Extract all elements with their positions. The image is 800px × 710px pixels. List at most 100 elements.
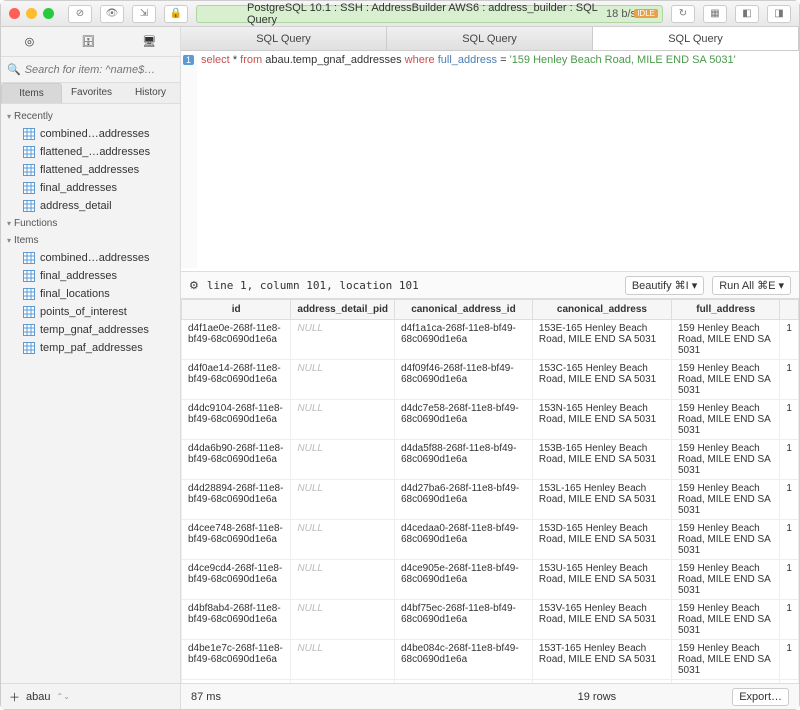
cell[interactable]: 159 Henley Beach Road, MILE END SA 5031 (671, 400, 779, 440)
table-row[interactable]: d4f0ae14-268f-11e8-bf49-68c0690d1e6aNULL… (182, 360, 799, 400)
tree-item[interactable]: address_detail (1, 197, 180, 215)
cell[interactable]: NULL (291, 520, 395, 560)
gear-icon[interactable]: ⚙ (189, 279, 199, 292)
cell[interactable]: 153T-165 Henley Beach Road, MILE END SA … (532, 640, 671, 680)
sidebar-search[interactable]: 🔍 (1, 57, 180, 83)
table-row[interactable]: d4d28894-268f-11e8-bf49-68c0690d1e6aNULL… (182, 480, 799, 520)
cell[interactable]: d4f1ae0e-268f-11e8-bf49-68c0690d1e6a (182, 320, 291, 360)
cell[interactable]: 1 (780, 560, 799, 600)
cell[interactable]: 153V-165 Henley Beach Road, MILE END SA … (532, 600, 671, 640)
schema-label[interactable]: abau (26, 691, 50, 703)
cell[interactable]: d4f09f46-268f-11e8-bf49-68c0690d1e6a (394, 360, 532, 400)
sidebar-tree[interactable]: Recentlycombined…addressesflattened_…add… (1, 104, 180, 683)
grid-button[interactable]: ▦ (703, 5, 727, 23)
cell[interactable]: d4be1e7c-268f-11e8-bf49-68c0690d1e6a (182, 640, 291, 680)
cell[interactable]: d4cedaa0-268f-11e8-bf49-68c0690d1e6a (394, 520, 532, 560)
section-items[interactable]: Items (1, 232, 180, 249)
sidebar-tab-items[interactable]: Items (1, 83, 62, 103)
show-button[interactable]: 👁 (100, 5, 124, 23)
run-button[interactable]: Run All ⌘E▾ (712, 276, 791, 295)
minimize-icon[interactable] (26, 8, 37, 19)
results-table[interactable]: idaddress_detail_pidcanonical_address_id… (181, 299, 799, 683)
query-icon[interactable]: 🖥 (142, 35, 156, 48)
tree-item[interactable]: final_addresses (1, 179, 180, 197)
cell[interactable]: d4da6b90-268f-11e8-bf49-68c0690d1e6a (182, 440, 291, 480)
col-header[interactable]: canonical_address_id (394, 300, 532, 320)
sql-code[interactable]: select * from abau.temp_gnaf_addresses w… (197, 54, 799, 268)
tree-item[interactable]: flattened_addresses (1, 161, 180, 179)
cell[interactable]: 1 (780, 360, 799, 400)
cell[interactable]: d4ce9cd4-268f-11e8-bf49-68c0690d1e6a (182, 560, 291, 600)
cell[interactable]: 153E-165 Henley Beach Road, MILE END SA … (532, 320, 671, 360)
cell[interactable]: d4d28894-268f-11e8-bf49-68c0690d1e6a (182, 480, 291, 520)
tree-item[interactable]: combined…addresses (1, 125, 180, 143)
search-input[interactable] (25, 64, 174, 76)
cell[interactable]: NULL (291, 320, 395, 360)
cell[interactable]: 159 Henley Beach Road, MILE END SA 5031 (671, 520, 779, 560)
sql-editor[interactable]: 1 select * from abau.temp_gnaf_addresses… (181, 51, 799, 271)
tree-item[interactable]: temp_paf_addresses (1, 339, 180, 357)
cell[interactable]: 1 (780, 440, 799, 480)
structure-icon[interactable]: ◎ (25, 35, 35, 48)
tree-item[interactable]: flattened_…addresses (1, 143, 180, 161)
cell[interactable]: 153U-165 Henley Beach Road, MILE END SA … (532, 560, 671, 600)
table-row[interactable]: d4da6b90-268f-11e8-bf49-68c0690d1e6aNULL… (182, 440, 799, 480)
col-header[interactable]: address_detail_pid (291, 300, 395, 320)
cell[interactable]: 1 (780, 480, 799, 520)
cell[interactable]: d4bf75ec-268f-11e8-bf49-68c0690d1e6a (394, 600, 532, 640)
cell[interactable]: 1 (780, 640, 799, 680)
section-functions[interactable]: Functions (1, 215, 180, 232)
cell[interactable]: 153B-165 Henley Beach Road, MILE END SA … (532, 440, 671, 480)
cell[interactable]: d4dc9104-268f-11e8-bf49-68c0690d1e6a (182, 400, 291, 440)
col-header[interactable] (780, 300, 799, 320)
cell[interactable]: 159 Henley Beach Road, MILE END SA 5031 (671, 480, 779, 520)
cell[interactable]: 159 Henley Beach Road, MILE END SA 5031 (671, 560, 779, 600)
beautify-button[interactable]: Beautify ⌘I▾ (625, 276, 704, 295)
table-row[interactable]: d4ce9cd4-268f-11e8-bf49-68c0690d1e6aNULL… (182, 560, 799, 600)
table-row[interactable]: d4bf8ab4-268f-11e8-bf49-68c0690d1e6aNULL… (182, 600, 799, 640)
chevron-icon[interactable]: ⌃⌄ (56, 692, 69, 701)
cell[interactable]: 1 (780, 320, 799, 360)
section-recently[interactable]: Recently (1, 108, 180, 125)
close-icon[interactable] (9, 8, 20, 19)
tree-item[interactable]: temp_gnaf_addresses (1, 321, 180, 339)
cell[interactable]: 1 (780, 520, 799, 560)
cell[interactable]: d4f1a1ca-268f-11e8-bf49-68c0690d1e6a (394, 320, 532, 360)
cell[interactable]: NULL (291, 400, 395, 440)
query-tab[interactable]: SQL Query (387, 27, 593, 50)
cell[interactable]: d4be084c-268f-11e8-bf49-68c0690d1e6a (394, 640, 532, 680)
query-tab[interactable]: SQL Query (593, 27, 799, 50)
cell[interactable]: NULL (291, 640, 395, 680)
query-tab[interactable]: SQL Query (181, 27, 387, 50)
pane-left-button[interactable]: ◧ (735, 5, 759, 23)
pane-right-button[interactable]: ◨ (767, 5, 791, 23)
cell[interactable]: 153N-165 Henley Beach Road, MILE END SA … (532, 400, 671, 440)
lock-icon[interactable]: 🔒 (164, 5, 188, 23)
add-button[interactable]: ＋ (9, 689, 20, 705)
sidebar-tab-history[interactable]: History (121, 83, 180, 103)
sidebar-tab-favorites[interactable]: Favorites (62, 83, 121, 103)
cell[interactable]: d4da5f88-268f-11e8-bf49-68c0690d1e6a (394, 440, 532, 480)
cell[interactable]: d4ce905e-268f-11e8-bf49-68c0690d1e6a (394, 560, 532, 600)
col-header[interactable]: full_address (671, 300, 779, 320)
cell[interactable]: NULL (291, 480, 395, 520)
zoom-icon[interactable] (43, 8, 54, 19)
export-button[interactable]: ⇲ (132, 5, 156, 23)
table-row[interactable]: d4be1e7c-268f-11e8-bf49-68c0690d1e6aNULL… (182, 640, 799, 680)
table-row[interactable]: d4cee748-268f-11e8-bf49-68c0690d1e6aNULL… (182, 520, 799, 560)
cell[interactable]: 153D-165 Henley Beach Road, MILE END SA … (532, 520, 671, 560)
cell[interactable]: 159 Henley Beach Road, MILE END SA 5031 (671, 360, 779, 400)
tree-item[interactable]: final_locations (1, 285, 180, 303)
col-header[interactable]: canonical_address (532, 300, 671, 320)
cell[interactable]: NULL (291, 360, 395, 400)
cell[interactable]: d4cee748-268f-11e8-bf49-68c0690d1e6a (182, 520, 291, 560)
database-icon[interactable]: 🗄 (81, 35, 95, 48)
cell[interactable]: 159 Henley Beach Road, MILE END SA 5031 (671, 600, 779, 640)
cell[interactable]: 1 (780, 600, 799, 640)
cell[interactable]: d4bf8ab4-268f-11e8-bf49-68c0690d1e6a (182, 600, 291, 640)
cell[interactable]: 1 (780, 400, 799, 440)
cell[interactable]: 153C-165 Henley Beach Road, MILE END SA … (532, 360, 671, 400)
cell[interactable]: 159 Henley Beach Road, MILE END SA 5031 (671, 440, 779, 480)
cell[interactable]: 153L-165 Henley Beach Road, MILE END SA … (532, 480, 671, 520)
cell[interactable]: d4d27ba6-268f-11e8-bf49-68c0690d1e6a (394, 480, 532, 520)
